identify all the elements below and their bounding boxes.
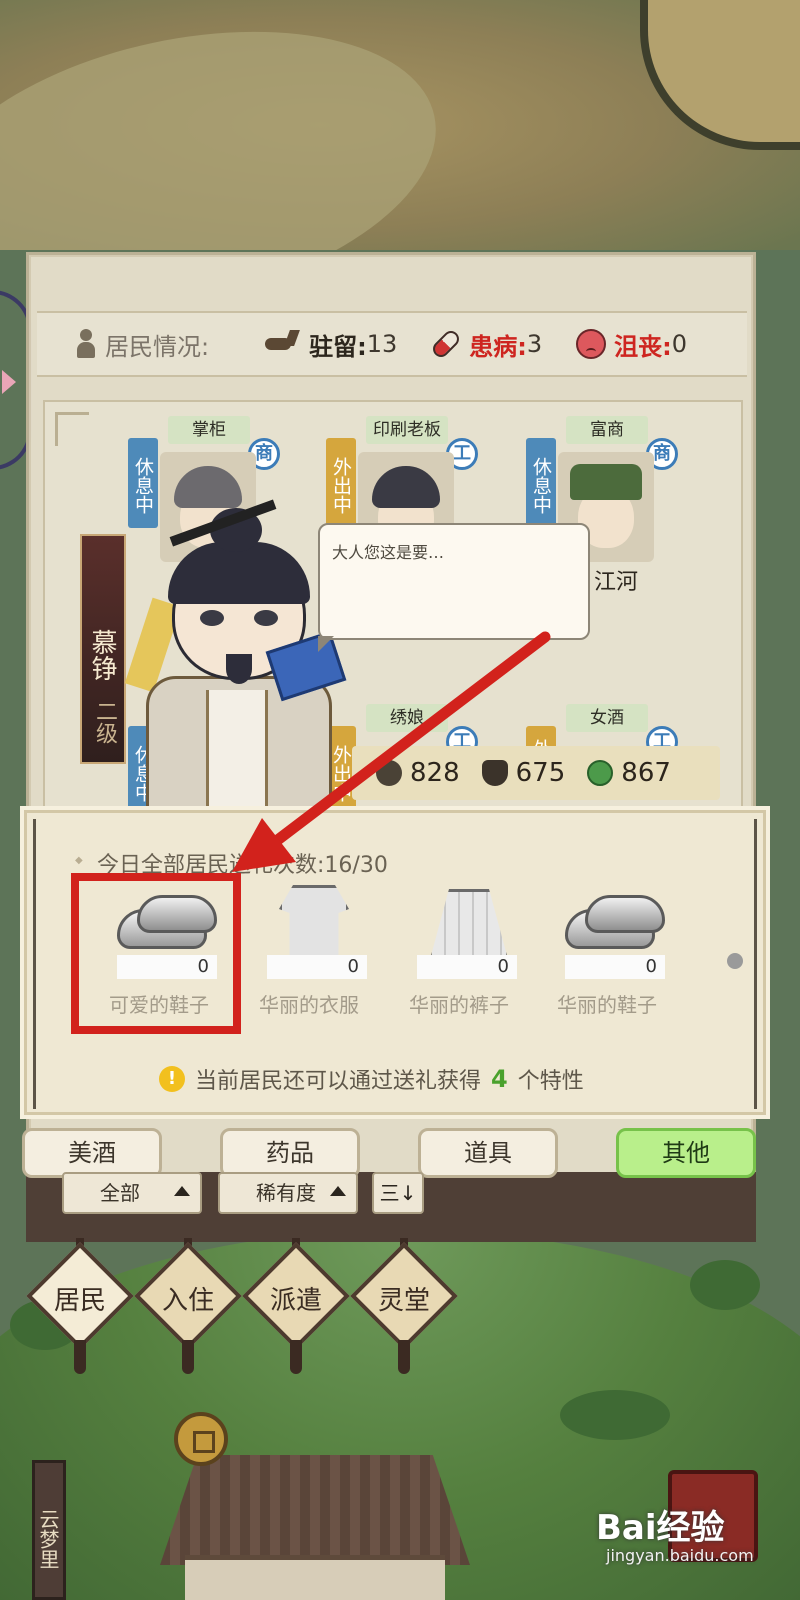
nav-label: 灵堂	[377, 1286, 430, 1316]
filter-rarity-label: 稀有度	[256, 1181, 316, 1205]
stay-value: 13	[366, 330, 398, 358]
map-location-sign[interactable]: 云梦里	[32, 1460, 66, 1600]
nav-tassel	[182, 1340, 194, 1374]
nav-tassel	[74, 1340, 86, 1374]
nav-tassel	[290, 1340, 302, 1374]
residents-label-group: 居民情况:	[75, 327, 209, 362]
nav-label: 入住	[161, 1286, 214, 1316]
sick-label: 患病:	[469, 332, 527, 361]
gift-quantity: 0	[417, 955, 517, 979]
hint-suffix: 个特性	[517, 1069, 584, 1094]
gift-item[interactable]: 0 华丽的裤子	[389, 879, 529, 1019]
horse-icon	[261, 330, 301, 358]
nav-label: 派遣	[269, 1286, 322, 1316]
strength-icon	[376, 760, 402, 786]
attribute-2-value: 675	[515, 758, 566, 788]
nav-label: 居民	[53, 1286, 106, 1316]
depressed-label: 沮丧:	[614, 332, 672, 361]
resident-status-bar: 居民情况: 驻留: 13 患病: 3 沮丧: 0	[37, 311, 747, 377]
category-tab-tools[interactable]: 道具	[418, 1128, 558, 1178]
watermark-url: jingyan.baidu.com	[606, 1546, 754, 1565]
nav-tassel	[398, 1340, 410, 1374]
caret-up-icon	[174, 1186, 190, 1196]
hint-number: 4	[491, 1065, 508, 1093]
category-tab-other[interactable]: 其他	[616, 1128, 756, 1178]
stay-status: 驻留: 13	[261, 327, 397, 362]
building-roof	[160, 1455, 470, 1565]
gift-quantity: 0	[565, 955, 665, 979]
depressed-value: 0	[671, 330, 688, 358]
resident-role: 掌柜	[168, 416, 250, 444]
character-sash	[206, 690, 268, 818]
next-gift-peek[interactable]	[727, 953, 743, 969]
heart-icon	[481, 760, 508, 786]
map-tree	[560, 1390, 670, 1440]
depressed-status: 沮丧: 0	[576, 327, 687, 362]
attribute-1: 828	[376, 758, 460, 788]
resident-role: 女酒	[566, 704, 648, 732]
nav-residents[interactable]: 居民	[26, 1238, 134, 1374]
gift-name: 华丽的裤子	[409, 993, 509, 1017]
gift-item[interactable]: 0 华丽的衣服	[239, 879, 379, 1019]
person-icon	[75, 329, 97, 359]
hint-prefix: 当前居民还可以通过送礼获得	[195, 1069, 482, 1094]
character-eye	[254, 610, 278, 626]
corner-ornament	[55, 412, 89, 446]
portrait-hair	[372, 466, 440, 508]
category-tab-wine[interactable]: 美酒	[22, 1128, 162, 1178]
pill-icon	[429, 327, 463, 361]
watermark-brand: Bai经验	[596, 1508, 725, 1548]
residents-label: 居民情况:	[105, 332, 210, 361]
caret-up-icon	[330, 1186, 346, 1196]
selected-resident-level: 二级	[92, 700, 117, 744]
gift-item[interactable]: 0 华丽的鞋子	[537, 879, 677, 1019]
category-tab-medicine[interactable]: 药品	[220, 1128, 360, 1178]
map-tree	[690, 1260, 760, 1310]
building-base	[185, 1555, 445, 1600]
panel-edge	[33, 819, 39, 1109]
attribute-1-value: 828	[410, 758, 460, 788]
selected-resident-character[interactable]	[124, 490, 347, 820]
speech-bubble: 大人您这是要…	[318, 523, 590, 652]
selected-resident-name: 慕铮	[87, 629, 117, 681]
coin-icon[interactable]	[174, 1412, 228, 1466]
filter-all-dropdown[interactable]: 全部	[62, 1172, 202, 1214]
resident-role: 印刷老板	[366, 416, 448, 444]
shoe-right	[585, 895, 665, 933]
leaf-icon	[587, 760, 614, 786]
resident-role: 绣娘	[366, 704, 448, 732]
warning-icon: !	[159, 1066, 185, 1092]
sick-value: 3	[526, 330, 543, 358]
character-beard	[226, 654, 252, 684]
character-eye	[200, 610, 224, 626]
resident-role: 富商	[566, 416, 648, 444]
skirt-shape	[429, 889, 509, 963]
baidu-watermark: Bai经验 jingyan.baidu.com	[596, 1500, 786, 1565]
panel-edge	[751, 819, 757, 1109]
selected-resident-banner: 慕铮 二级	[80, 534, 126, 764]
gift-highlight-box	[71, 873, 241, 1034]
nav-dispatch[interactable]: 派遣	[242, 1238, 350, 1374]
gift-name: 华丽的鞋子	[557, 993, 657, 1017]
attribute-3: 867	[587, 758, 671, 788]
attribute-3-value: 867	[621, 758, 671, 788]
resident-attributes: 828 675 867	[352, 746, 720, 800]
nav-check-in[interactable]: 入住	[134, 1238, 242, 1374]
sort-order-button[interactable]: 三↓	[372, 1172, 424, 1214]
gift-quantity: 0	[267, 955, 367, 979]
attribute-2: 675	[481, 758, 566, 788]
gift-hint: ! 当前居民还可以通过送礼获得 4 个特性	[159, 1063, 584, 1095]
filter-rarity-dropdown[interactable]: 稀有度	[218, 1172, 358, 1214]
portrait-hat	[570, 464, 642, 500]
resident-state-tag: 休息中	[526, 438, 556, 528]
stay-label: 驻留:	[309, 332, 367, 361]
gift-name: 华丽的衣服	[259, 993, 359, 1017]
robe-shape	[279, 885, 349, 965]
sad-face-icon	[576, 329, 607, 359]
expand-arrow-icon	[2, 370, 16, 394]
sick-status: 患病: 3	[429, 327, 543, 362]
nav-memorial-hall[interactable]: 灵堂	[350, 1238, 458, 1374]
filter-all-label: 全部	[100, 1181, 140, 1205]
